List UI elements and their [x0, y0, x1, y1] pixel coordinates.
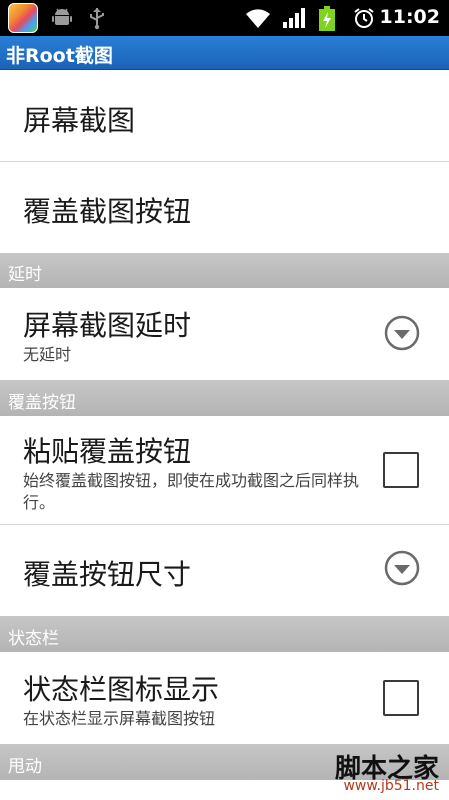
dropdown-icon[interactable] [384, 315, 420, 351]
section-header-shake-label: 甩动 [8, 757, 42, 777]
pref-sticky-overlay-summary: 始终覆盖截图按钮，即使在成功截图之后同样执行。 [23, 471, 360, 512]
status-bar: 11:02 [0, 0, 449, 36]
signal-icon [283, 8, 305, 28]
app-title-bar: 非Root截图 [0, 36, 449, 70]
section-header-delay: 延时 [0, 253, 449, 288]
pref-statusbar-icon[interactable]: 状态栏图标显示 在状态栏显示屏幕截图按钮 [0, 652, 449, 744]
pref-screenshot-delay-summary: 无延时 [23, 345, 72, 364]
section-header-statusbar-label: 状态栏 [8, 629, 59, 649]
pref-sticky-overlay-title: 粘贴覆盖按钮 [23, 435, 192, 468]
dropdown-icon[interactable] [384, 550, 420, 586]
app-launcher-icon [8, 3, 38, 33]
sticky-overlay-checkbox[interactable] [383, 452, 419, 488]
battery-charging-icon [319, 6, 335, 31]
section-header-overlay-label: 覆盖按钮 [8, 393, 76, 413]
pref-overlay-button[interactable]: 覆盖截图按钮 [0, 162, 449, 252]
status-clock: 11:02 [379, 6, 440, 28]
pref-screenshot[interactable]: 屏幕截图 [0, 71, 449, 161]
section-header-statusbar: 状态栏 [0, 616, 449, 652]
pref-screenshot-title: 屏幕截图 [23, 104, 136, 137]
app-title: 非Root截图 [6, 45, 113, 67]
pref-screenshot-delay-title: 屏幕截图延时 [23, 309, 192, 342]
watermark: 脚本之家 www.jb51.net [303, 748, 443, 796]
pref-screenshot-delay[interactable]: 屏幕截图延时 无延时 [0, 288, 449, 380]
pref-sticky-overlay[interactable]: 粘贴覆盖按钮 始终覆盖截图按钮，即使在成功截图之后同样执行。 [0, 416, 449, 524]
wifi-icon [246, 9, 270, 28]
alarm-icon [354, 8, 374, 28]
pref-overlay-size-title: 覆盖按钮尺寸 [23, 558, 192, 591]
pref-statusbar-icon-title: 状态栏图标显示 [23, 673, 220, 706]
watermark-url: www.jb51.net [343, 778, 439, 794]
usb-icon [90, 8, 104, 30]
pref-statusbar-icon-summary: 在状态栏显示屏幕截图按钮 [23, 709, 216, 728]
android-debug-icon [52, 8, 72, 25]
section-header-delay-label: 延时 [8, 265, 42, 285]
pref-overlay-button-title: 覆盖截图按钮 [23, 195, 192, 228]
pref-overlay-size[interactable]: 覆盖按钮尺寸 [0, 525, 449, 616]
section-header-overlay: 覆盖按钮 [0, 380, 449, 416]
statusbar-icon-checkbox[interactable] [383, 680, 419, 716]
